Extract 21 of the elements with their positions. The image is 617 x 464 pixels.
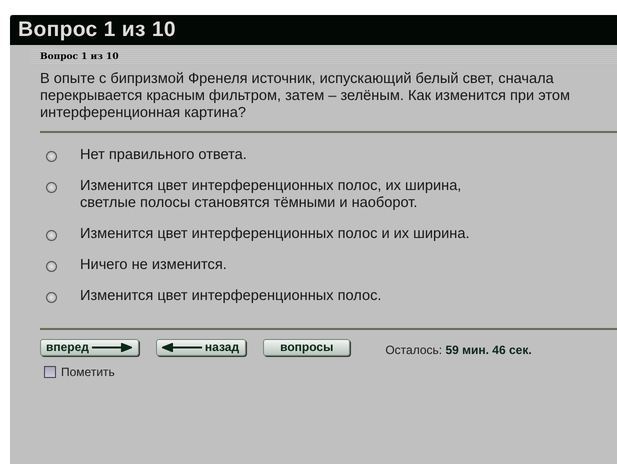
checkbox-label[interactable]: Пометить bbox=[61, 365, 115, 379]
time-remaining: Осталось: 59 мин. 46 сек. bbox=[385, 343, 532, 357]
questions-button[interactable]: вопросы bbox=[263, 338, 350, 356]
radio-button[interactable] bbox=[46, 230, 57, 241]
radio-button[interactable] bbox=[46, 182, 57, 193]
radio-button[interactable] bbox=[46, 151, 57, 162]
radio-button[interactable] bbox=[46, 292, 57, 303]
question-text: В опыте с бипризмой Френеля источник, испускающий белый свет, сначала перекрывается красным фильтром, затем – зелёным. Как изменится при этом интерференционная картина? bbox=[39, 70, 572, 122]
answer-option[interactable]: Нет правильного ответа. bbox=[80, 147, 247, 164]
right-arrow-icon bbox=[92, 342, 132, 352]
page-title: Вопрос 1 из 10 bbox=[18, 18, 176, 42]
question-number: Вопрос 1 из 10 bbox=[40, 52, 119, 62]
radio-button[interactable] bbox=[46, 261, 57, 272]
checkbox[interactable] bbox=[44, 366, 56, 378]
answer-option[interactable]: Ничего не изменится. bbox=[80, 257, 227, 274]
left-arrow-icon bbox=[162, 342, 202, 352]
back-button[interactable]: назад bbox=[156, 338, 246, 356]
answer-option[interactable]: Изменится цвет интерференционных полос, их ширина, светлые полосы становятся тёмными и наоборот. bbox=[80, 178, 475, 212]
next-button[interactable]: вперед bbox=[40, 338, 139, 356]
answer-option[interactable]: Изменится цвет интерференционных полос и их ширина. bbox=[80, 226, 470, 243]
answer-option[interactable]: Изменится цвет интерференционных полос. bbox=[80, 288, 382, 305]
